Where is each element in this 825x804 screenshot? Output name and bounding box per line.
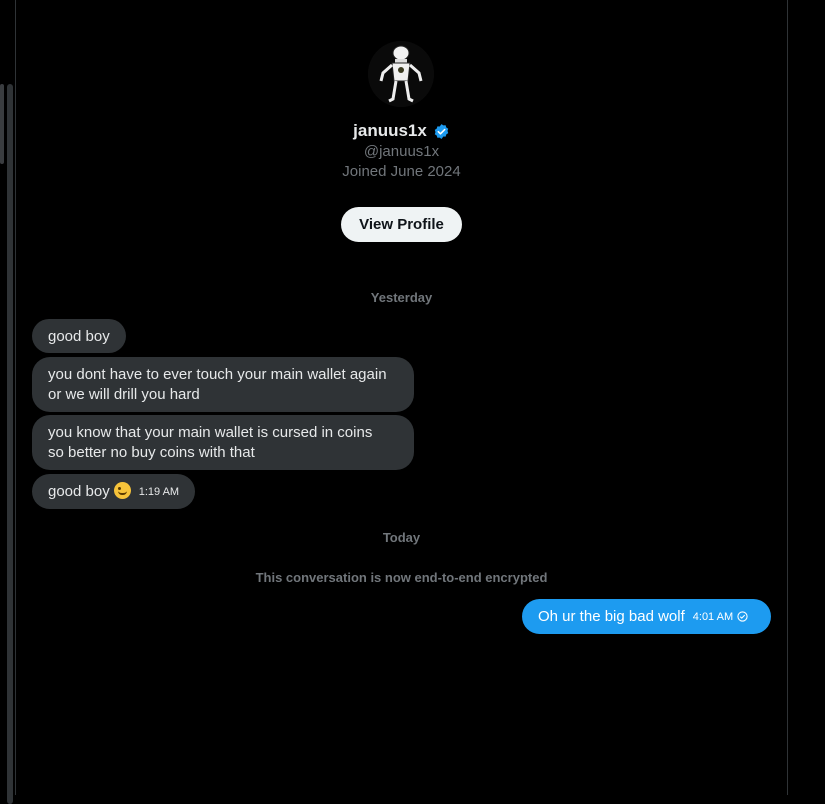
message-incoming[interactable]: you dont have to ever touch your main wa… (32, 357, 414, 412)
message-text: Oh ur the big bad wolf (538, 608, 685, 625)
panel-divider-right (787, 0, 788, 795)
join-date: Joined June 2024 (342, 163, 461, 180)
date-separator-yesterday: Yesterday (370, 290, 433, 305)
message-text: good boy (48, 483, 110, 500)
winking-tongue-face-icon (113, 482, 131, 499)
message-outgoing[interactable]: Oh ur the big bad wolf 4:01 AM (522, 599, 771, 634)
avatar-figure-icon (368, 41, 434, 107)
message-timestamp: 1:19 AM (138, 486, 180, 499)
message-incoming[interactable]: good boy 1:19 AM (32, 474, 196, 509)
message-timestamp: 4:01 AM (692, 610, 734, 623)
date-separator-today: Today (382, 530, 421, 545)
view-profile-button[interactable]: View Profile (341, 207, 462, 242)
message-incoming[interactable]: you know that your main wallet is cursed… (32, 415, 414, 470)
verified-badge-icon (434, 123, 449, 139)
sent-check-icon (737, 611, 748, 622)
message-text-line: you know that your main wallet is cursed… (48, 424, 373, 441)
conversation-panel: januus1x @januus1x Joined June 2024 View… (16, 0, 787, 795)
message-text: good boy (48, 328, 110, 345)
avatar[interactable] (368, 41, 434, 107)
handle: @januus1x (363, 143, 440, 160)
message-incoming[interactable]: good boy (32, 319, 126, 353)
display-name-row: januus1x (16, 121, 787, 141)
encryption-notice: This conversation is now end-to-end encr… (255, 570, 548, 585)
display-name: januus1x (353, 121, 427, 140)
scrollbar-thumb[interactable] (0, 84, 4, 164)
message-text-line: you dont have to ever touch your main wa… (48, 366, 387, 383)
scrollbar-track[interactable] (0, 0, 16, 804)
message-text-line: or we will drill you hard (48, 386, 200, 403)
scrollbar-gutter (7, 84, 13, 804)
message-text-line: so better no buy coins with that (48, 444, 255, 461)
